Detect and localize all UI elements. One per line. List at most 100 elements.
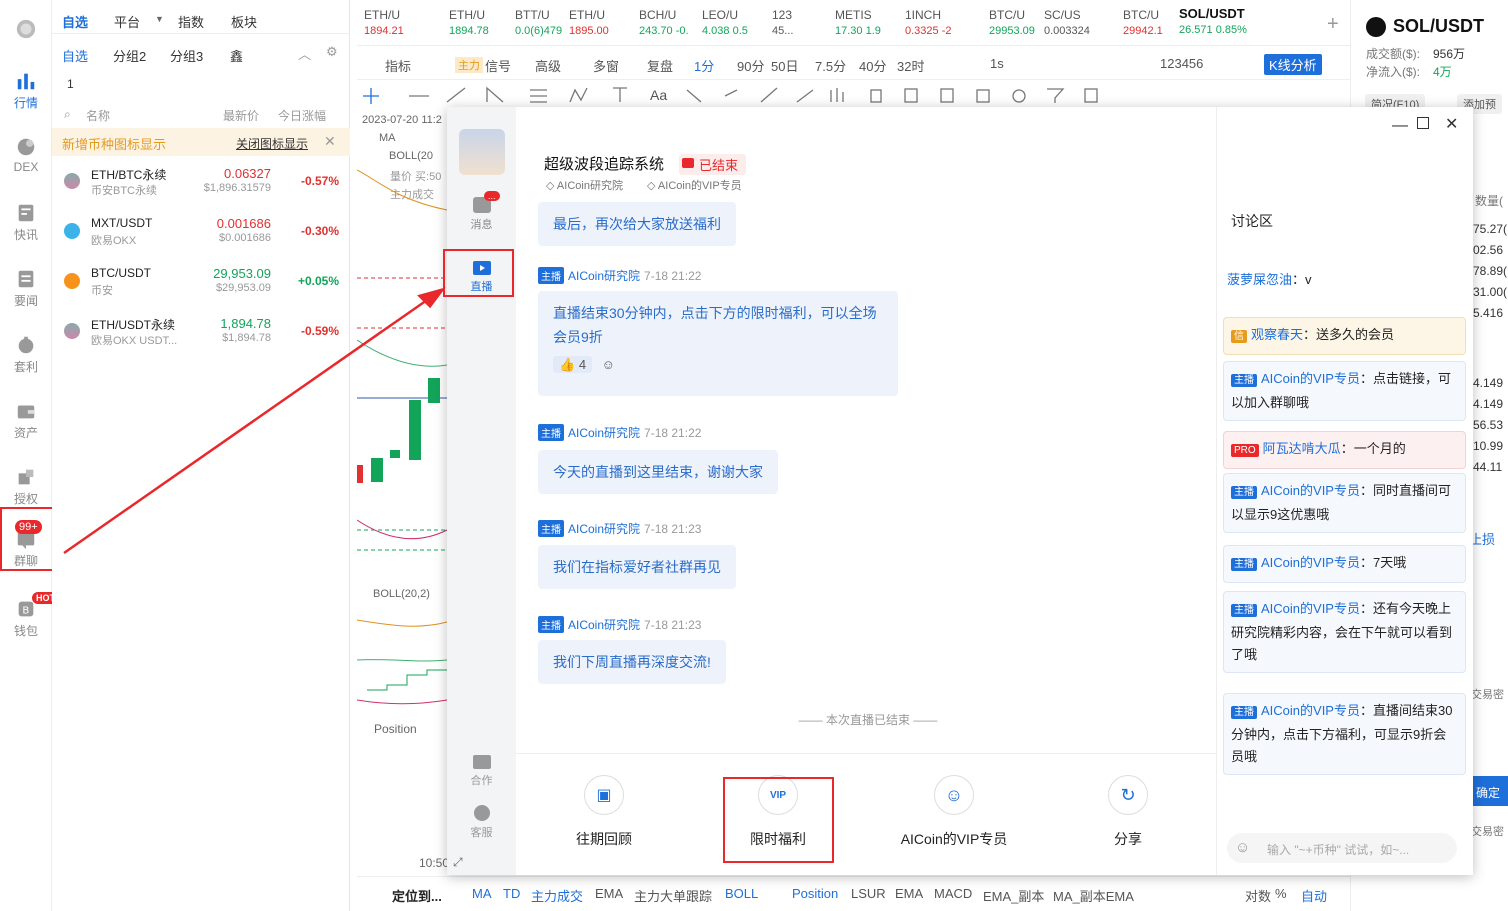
toolbar-item[interactable]: K线分析 — [1264, 54, 1322, 75]
close-window-icon[interactable]: ✕ — [1445, 114, 1458, 134]
user-name[interactable]: 观察春天 — [1251, 327, 1303, 342]
toolbar-item[interactable]: 123456 — [1160, 56, 1203, 71]
toolbar-item[interactable]: 信号 — [485, 56, 511, 75]
indicator-item[interactable]: EMA_副本 — [983, 886, 1044, 905]
nav-arbitrage[interactable]: 套利 — [0, 334, 52, 375]
nav-cooperate[interactable]: 合作 — [447, 755, 516, 788]
vip-agent-button[interactable]: ☺ AICoin的VIP专员 — [889, 775, 1019, 849]
toolbar-item[interactable]: 90分 — [737, 56, 764, 75]
indicator-item[interactable]: MA_副本EMA — [1053, 886, 1134, 905]
discussion-input[interactable]: ☺ 输入 "~+币种" 试试，如~... — [1227, 833, 1457, 863]
discussion-list[interactable]: 菠萝屎忽油：v 信观察春天：送多久的会员 主播 AICoin的VIP专员：点击链接，可… — [1217, 233, 1474, 828]
toolbar-item[interactable]: 50日 — [771, 56, 798, 75]
tab-watchlist[interactable]: 自选 — [62, 12, 88, 31]
nav-wallet[interactable]: B 钱包 — [0, 598, 52, 639]
indicator-item[interactable]: BOLL — [725, 886, 758, 901]
ticker-item[interactable]: ETH/U 1894.21 — [364, 8, 404, 37]
subtab-watch[interactable]: 自选 — [62, 46, 88, 65]
ticker-item[interactable]: 123 45... — [772, 8, 793, 37]
past-review-button[interactable]: ▣ 往期回顾 — [539, 775, 669, 849]
emoji-icon[interactable]: ☺ — [1235, 839, 1250, 856]
confirm-button[interactable]: 确定 — [1473, 776, 1508, 806]
drawing-tools-icons[interactable]: Aa — [357, 80, 1137, 110]
ticker-item[interactable]: SC/US 0.003324 — [1044, 8, 1090, 37]
indicator-item[interactable]: EMA — [595, 886, 623, 901]
user-name[interactable]: AICoin的VIP专员 — [1261, 703, 1360, 718]
collapse-icon[interactable]: ︿ — [298, 44, 311, 63]
indicator-item[interactable]: 主力成交 — [531, 886, 583, 905]
tab-sector[interactable]: 板块 — [231, 12, 257, 31]
col-price[interactable]: 最新价 — [223, 107, 259, 124]
user-name[interactable]: AICoin的VIP专员 — [1261, 555, 1360, 570]
col-change[interactable]: 今日涨幅 — [278, 107, 326, 124]
indicator-item[interactable]: 主力大单跟踪 — [634, 886, 712, 905]
resize-icon[interactable]: ⤢ — [453, 855, 463, 870]
settings-icon[interactable]: ⚙ — [326, 44, 338, 60]
ticker-item[interactable]: BCH/U 243.70 -0. — [639, 8, 689, 37]
table-row[interactable]: BTC/USDT 币安 29,953.09 $29,953.09 +0.05% — [52, 257, 350, 307]
avatar[interactable] — [459, 129, 505, 175]
toolbar-item[interactable]: 1分 — [694, 56, 714, 75]
ticker-value: 29953.09 — [989, 25, 1035, 37]
indicator-item[interactable]: MA — [472, 886, 492, 901]
minimize-icon[interactable]: — — [1392, 117, 1408, 135]
subtab-group3[interactable]: 分组3 — [170, 46, 203, 65]
toolbar-item[interactable]: 40分 — [859, 56, 886, 75]
nav-news[interactable]: 要闻 — [0, 268, 52, 309]
toolbar-item[interactable]: 32时 — [897, 56, 924, 75]
col-name[interactable]: 名称 — [86, 107, 110, 124]
indicator-item[interactable]: Position — [792, 886, 838, 901]
indicator-item[interactable]: EMA — [895, 886, 923, 901]
toolbar-item[interactable]: 主力 — [455, 57, 483, 73]
ticker-item[interactable]: SOL/USDT 26.571 0.85% — [1179, 6, 1247, 36]
tab-platform[interactable]: 平台 — [114, 12, 140, 31]
toolbar-item[interactable]: 复盘 — [647, 56, 673, 75]
nav-flash[interactable]: 快讯 — [0, 202, 52, 243]
nav-service[interactable]: 客服 — [447, 805, 516, 840]
user-name[interactable]: AICoin的VIP专员 — [1261, 371, 1360, 386]
toolbar-item[interactable]: 多窗 — [593, 56, 619, 75]
tab-index[interactable]: 指数 — [178, 12, 204, 31]
nav-dex[interactable]: DEX — [0, 136, 52, 174]
ticker-item[interactable]: LEO/U 4.038 0.5 — [702, 8, 748, 37]
toolbar-item[interactable]: 7.5分 — [815, 56, 846, 75]
nav-auth[interactable]: 授权 — [0, 466, 52, 507]
user-name[interactable]: 阿瓦达啃大瓜 — [1263, 441, 1341, 456]
ticker-item[interactable]: 1INCH 0.3325 -2 — [905, 8, 951, 37]
table-row[interactable]: ETH/USDT永续 欧易OKX USDT... 1,894.78 $1,894… — [52, 307, 350, 357]
ticker-item[interactable]: BTT/U 0.0(6)479 — [515, 8, 562, 37]
ticker-item[interactable]: ETH/U 1895.00 — [569, 8, 609, 37]
like-reaction[interactable]: 👍 4 — [553, 356, 593, 373]
share-button[interactable]: ↻ 分享 — [1063, 775, 1193, 849]
indicator-item[interactable]: TD — [503, 886, 520, 901]
indicator-item[interactable]: % — [1275, 886, 1287, 901]
add-tab-icon[interactable]: + — [1327, 13, 1339, 36]
emoji-icon[interactable]: ☺ — [602, 357, 615, 372]
indicator-item[interactable]: 自动 — [1301, 886, 1327, 905]
nav-messages[interactable]: 消息 — [447, 195, 516, 232]
nav-assets[interactable]: 资产 — [0, 400, 52, 441]
ticker-item[interactable]: METIS 17.30 1.9 — [835, 8, 881, 37]
user-name[interactable]: AICoin的VIP专员 — [1261, 601, 1360, 616]
nav-market[interactable]: 行情 — [0, 70, 52, 111]
ticker-item[interactable]: BTC/U 29953.09 — [989, 8, 1035, 37]
toolbar-item[interactable]: 高级 — [535, 56, 561, 75]
close-icon[interactable]: ✕ — [324, 133, 336, 150]
chart-area[interactable]: 2023-07-20 11:2 MA BOLL(20 量价 买:50 主力成交 … — [357, 110, 452, 876]
toolbar-item[interactable]: 1s — [990, 56, 1004, 71]
notice-close-link[interactable]: 关闭图标显示 — [236, 135, 308, 152]
indicator-item[interactable]: 定位到... — [392, 886, 442, 905]
ticker-item[interactable]: BTC/U 29942.1 — [1123, 8, 1163, 37]
ticker-item[interactable]: ETH/U 1894.78 — [449, 8, 489, 37]
table-row[interactable]: MXT/USDT 欧易OKX 0.001686 $0.001686 -0.30% — [52, 207, 350, 257]
indicator-item[interactable]: LSUR — [851, 886, 886, 901]
subtab-group2[interactable]: 分组2 — [113, 46, 146, 65]
subtab-xin[interactable]: 鑫 — [230, 46, 243, 65]
toolbar-item[interactable]: 指标 — [385, 56, 411, 75]
indicator-item[interactable]: MACD — [934, 886, 972, 901]
position-dropdown[interactable]: Position — [374, 722, 417, 736]
maximize-icon[interactable] — [1417, 117, 1429, 129]
table-row[interactable]: ETH/BTC永续 币安BTC永续 0.06327 $1,896.31579 -… — [52, 157, 350, 207]
indicator-item[interactable]: 对数 — [1245, 886, 1271, 905]
user-name[interactable]: AICoin的VIP专员 — [1261, 483, 1360, 498]
